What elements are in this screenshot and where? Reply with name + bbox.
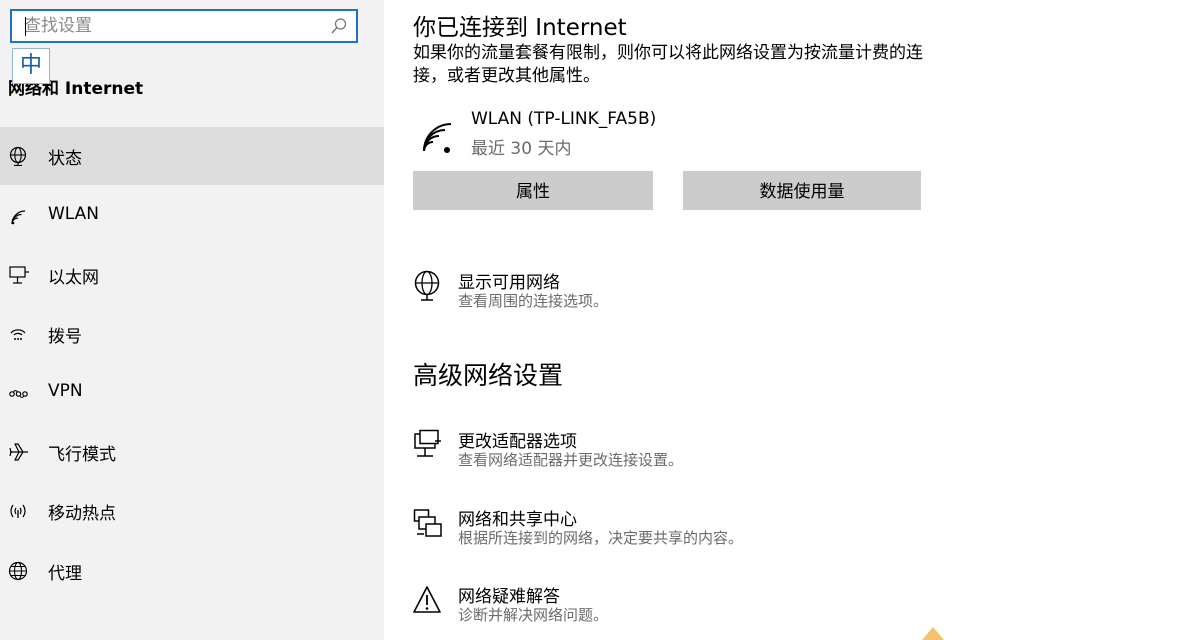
sidebar: 中 网络和 Internet 状态 WLAN 以太网 — [0, 0, 384, 640]
adapter-icon — [414, 429, 441, 457]
globe-network-icon — [414, 270, 440, 301]
network-troubleshooter-link[interactable]: 网络疑难解答 诊断并解决网络问题。 — [413, 582, 1013, 632]
sidebar-item-label: WLAN — [48, 204, 100, 224]
sidebar-item-airplane-mode[interactable]: 飞行模式 — [0, 423, 384, 481]
wifi-signal-icon — [423, 123, 452, 153]
sharing-icon — [413, 509, 442, 537]
show-available-networks-link[interactable]: 显示可用网络 查看周围的连接选项。 — [413, 268, 1013, 318]
sidebar-item-status[interactable]: 状态 — [0, 127, 384, 185]
sidebar-item-dialup[interactable]: 拨号 — [0, 305, 384, 363]
sidebar-item-proxy[interactable]: 代理 — [0, 542, 384, 600]
sidebar-item-wlan[interactable]: WLAN — [0, 187, 384, 245]
pointer-marker — [922, 627, 944, 640]
search-input[interactable] — [12, 11, 324, 41]
network-sharing-center-link[interactable]: 网络和共享中心 根据所连接到的网络，决定要共享的内容。 — [413, 505, 1013, 555]
dialup-icon — [10, 329, 26, 340]
sidebar-item-ethernet[interactable]: 以太网 — [0, 246, 384, 304]
proxy-globe-icon — [8, 561, 28, 581]
advanced-settings-heading: 高级网络设置 — [413, 361, 564, 390]
search-icon[interactable] — [330, 17, 348, 35]
ethernet-icon — [9, 266, 29, 284]
warning-icon — [413, 586, 441, 613]
sidebar-item-label: 代理 — [48, 564, 82, 584]
globe-icon — [9, 146, 27, 166]
sidebar-item-label: 拨号 — [48, 327, 82, 347]
ime-indicator[interactable]: 中 — [12, 48, 50, 84]
data-usage-button[interactable]: 数据使用量 — [683, 171, 921, 210]
link-subtitle: 诊断并解决网络问题。 — [458, 606, 609, 624]
vpn-icon — [9, 389, 28, 399]
sidebar-item-mobile-hotspot[interactable]: 移动热点 — [0, 482, 384, 540]
hotspot-icon — [10, 504, 26, 518]
text-caret — [25, 17, 26, 36]
change-adapter-options-link[interactable]: 更改适配器选项 查看网络适配器并更改连接设置。 — [413, 427, 1013, 477]
sidebar-item-vpn[interactable]: VPN — [0, 364, 384, 422]
connection-description: 如果你的流量套餐有限制，则你可以将此网络设置为按流量计费的连接，或者更改其他属性… — [413, 43, 923, 86]
wifi-icon — [11, 210, 26, 225]
connection-name: WLAN (TP-LINK_FA5B) — [471, 109, 657, 129]
link-subtitle: 查看周围的连接选项。 — [458, 292, 609, 310]
search-box[interactable] — [10, 9, 358, 43]
sidebar-item-label: 状态 — [48, 149, 82, 169]
sidebar-item-label: 移动热点 — [48, 504, 116, 524]
sidebar-item-label: 以太网 — [48, 268, 99, 288]
main-content: 你已连接到 Internet 如果你的流量套餐有限制，则你可以将此网络设置为按流… — [384, 0, 1200, 640]
page-title: 你已连接到 Internet — [413, 15, 627, 41]
airplane-icon — [9, 443, 28, 461]
sidebar-item-label: 飞行模式 — [48, 445, 116, 465]
sidebar-item-label: VPN — [48, 381, 83, 401]
connection-status: 最近 30 天内 — [471, 139, 572, 159]
link-subtitle: 根据所连接到的网络，决定要共享的内容。 — [458, 529, 744, 547]
properties-button[interactable]: 属性 — [413, 171, 653, 210]
link-subtitle: 查看网络适配器并更改连接设置。 — [458, 451, 684, 469]
